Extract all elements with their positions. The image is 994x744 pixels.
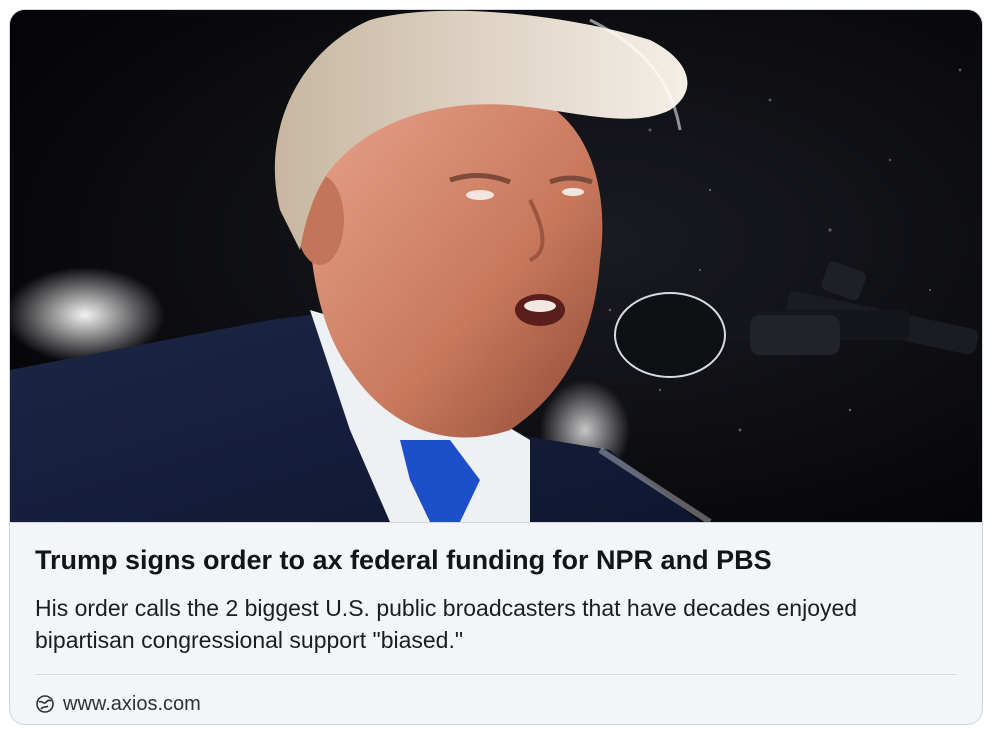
link-preview-card[interactable]: Trump signs order to ax federal funding … xyxy=(9,9,983,725)
card-body: Trump signs order to ax federal funding … xyxy=(10,523,982,724)
source-domain[interactable]: www.axios.com xyxy=(63,693,201,716)
globe-icon xyxy=(35,694,55,714)
photo-of-speaker-at-microphone xyxy=(10,10,982,522)
article-description: His order calls the 2 biggest U.S. publi… xyxy=(35,595,858,653)
article-headline[interactable]: Trump signs order to ax federal funding … xyxy=(35,543,957,577)
source-link[interactable]: www.axios.com xyxy=(35,675,957,724)
article-image[interactable] xyxy=(10,10,982,523)
